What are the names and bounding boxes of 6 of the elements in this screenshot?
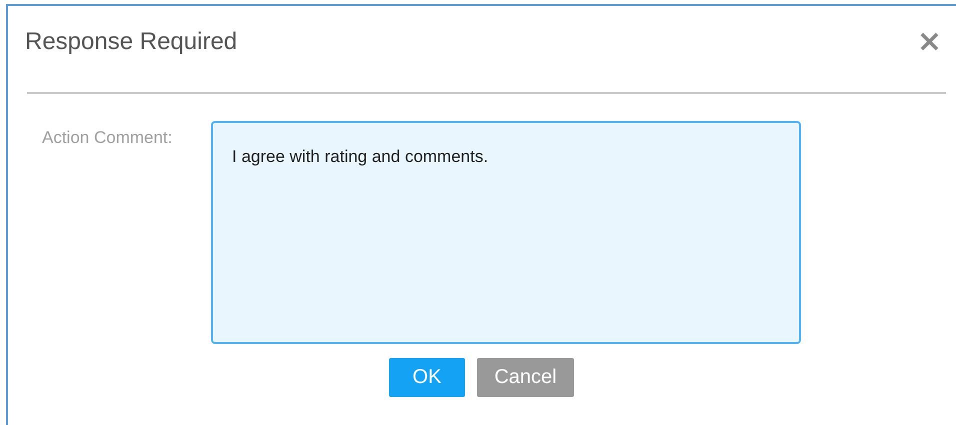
comment-field[interactable]: I agree with rating and comments. <box>211 121 801 344</box>
field-label: Action Comment: <box>41 128 174 149</box>
close-button[interactable]: × <box>912 27 946 57</box>
cancel-button[interactable]: Cancel <box>477 358 574 397</box>
ok-button[interactable]: OK <box>389 358 465 397</box>
dialog-title: Response Required <box>25 28 238 56</box>
